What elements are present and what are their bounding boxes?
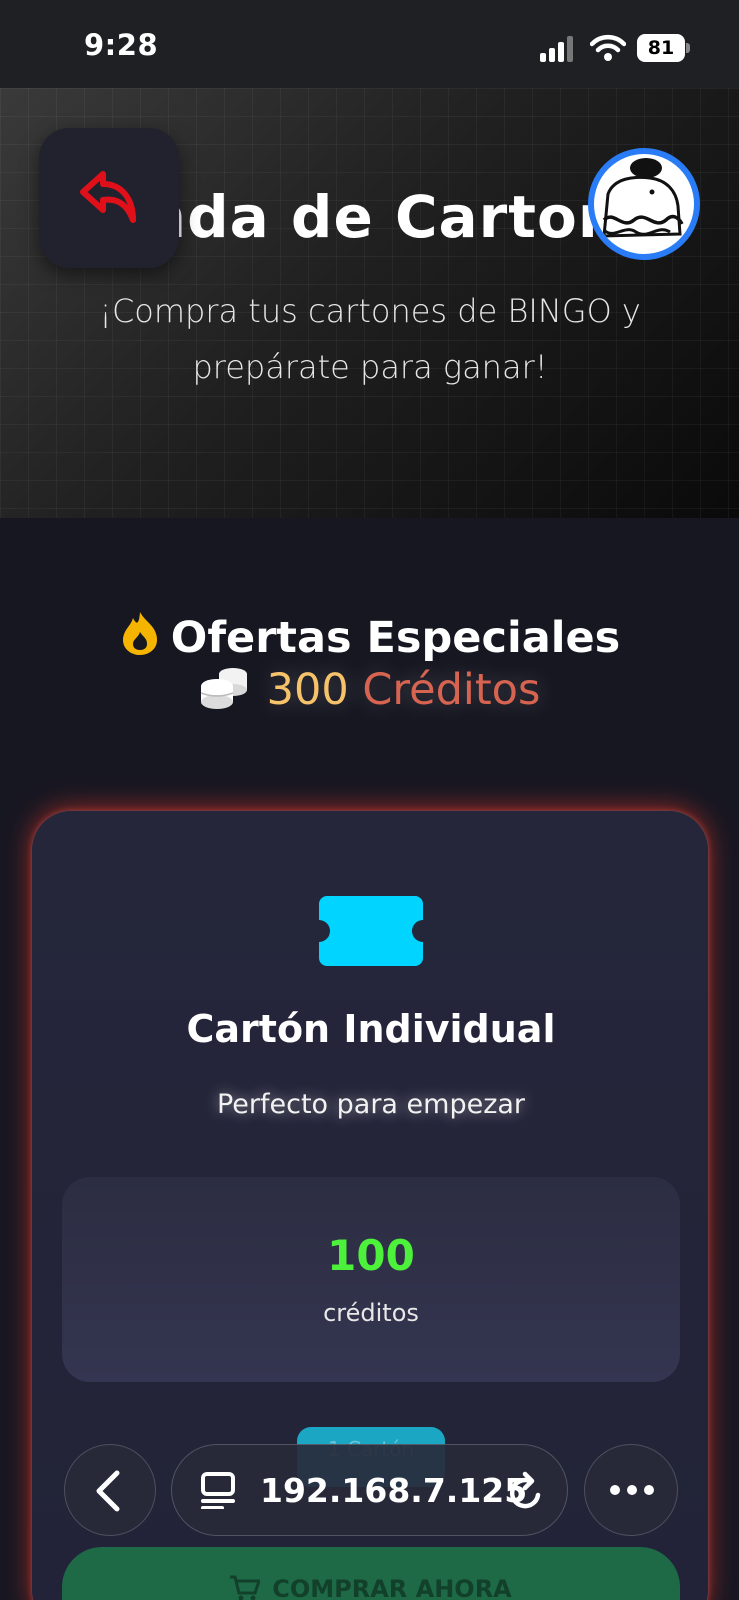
battery-level: 81	[637, 34, 685, 62]
page-menu-icon	[201, 1472, 235, 1509]
offers-heading: Ofertas Especiales	[0, 610, 739, 663]
reload-icon[interactable]	[507, 1471, 545, 1511]
avatar[interactable]	[588, 148, 700, 260]
battery-icon: 81	[637, 34, 690, 62]
ellipsis-icon	[610, 1485, 654, 1495]
price-box: 100 créditos	[62, 1177, 680, 1382]
more-options-button[interactable]	[584, 1444, 678, 1536]
signal-icon	[540, 36, 578, 62]
browser-toolbar: 192.168.7.125	[0, 1440, 739, 1550]
cart-icon	[230, 1575, 261, 1600]
buy-now-label: COMPRAR AHORA	[272, 1575, 512, 1600]
card-title: Cartón Individual	[186, 1007, 556, 1051]
card-description: Perfecto para empezar	[216, 1089, 526, 1120]
status-time: 9:28	[84, 28, 159, 62]
credits-balance: 300 Créditos	[0, 664, 739, 715]
credits-unit: Créditos	[362, 665, 541, 715]
status-bar: 9:28 81	[0, 0, 739, 88]
page-subtitle: ¡Compra tus cartones de BINGO y prepárat…	[99, 292, 641, 386]
price-unit: créditos	[323, 1299, 419, 1327]
credits-amount: 300	[266, 665, 349, 715]
wifi-icon	[590, 34, 626, 61]
offers-title: Ofertas Especiales	[170, 613, 621, 663]
address-bar[interactable]: 192.168.7.125	[171, 1444, 568, 1536]
meme-face-avatar-icon	[602, 158, 684, 238]
browser-back-button[interactable]	[64, 1444, 156, 1536]
undo-arrow-icon	[80, 171, 136, 223]
fire-icon	[122, 612, 157, 655]
chevron-left-icon	[96, 1470, 120, 1512]
coins-icon	[200, 668, 247, 709]
ticket-icon	[319, 896, 423, 966]
url-text: 192.168.7.125	[260, 1471, 528, 1510]
back-button[interactable]	[39, 128, 179, 268]
buy-now-button[interactable]: COMPRAR AHORA	[62, 1547, 680, 1600]
price-value: 100	[327, 1231, 415, 1280]
